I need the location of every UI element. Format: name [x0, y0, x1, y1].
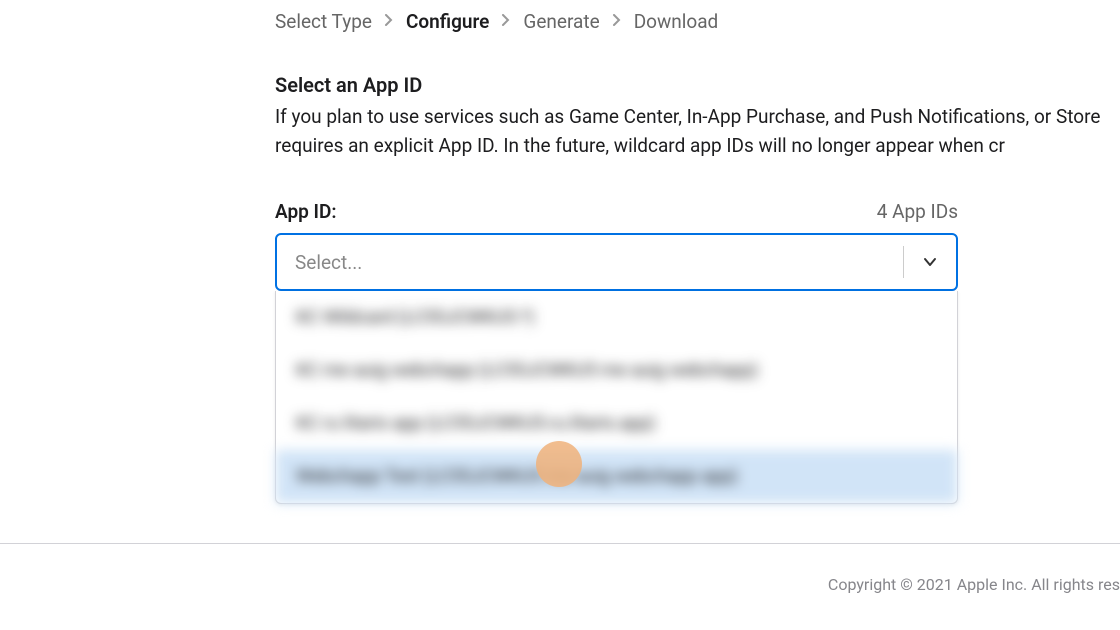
dropdown-option[interactable]: KC Wildcard (LC55JCWKU5.*) [276, 291, 957, 344]
chevron-right-icon [501, 14, 511, 30]
chevron-right-icon [384, 14, 394, 30]
breadcrumb-step-download[interactable]: Download [634, 10, 719, 33]
breadcrumb-step-configure[interactable]: Configure [406, 10, 489, 33]
footer-copyright: Copyright © 2021 Apple Inc. All rights r… [828, 575, 1120, 594]
dropdown-option[interactable]: KC me auig webchapp (LC55JCWKU5 me auig … [276, 344, 957, 397]
breadcrumb-step-generate[interactable]: Generate [523, 10, 599, 33]
app-id-dropdown: KC Wildcard (LC55JCWKU5.*) KC me auig we… [275, 291, 958, 504]
section-description: If you plan to use services such as Game… [275, 103, 1120, 160]
breadcrumb: Select Type Configure Generate Download [275, 10, 1120, 33]
chevron-down-icon [922, 254, 938, 270]
footer-divider [0, 543, 1120, 544]
dropdown-option[interactable]: Webchapp Test (LC55JCWKU5 me auig webcha… [276, 450, 957, 503]
breadcrumb-step-select-type[interactable]: Select Type [275, 10, 372, 33]
chevron-right-icon [612, 14, 622, 30]
select-placeholder: Select... [295, 251, 362, 274]
app-id-select[interactable]: Select... [275, 233, 958, 291]
app-id-count: 4 App IDs [877, 200, 958, 223]
dropdown-option[interactable]: KC ru litaris app (LC55JCWKU5.ru.litaris… [276, 397, 957, 450]
app-id-label: App ID: [275, 200, 337, 223]
section-title: Select an App ID [275, 73, 1120, 97]
